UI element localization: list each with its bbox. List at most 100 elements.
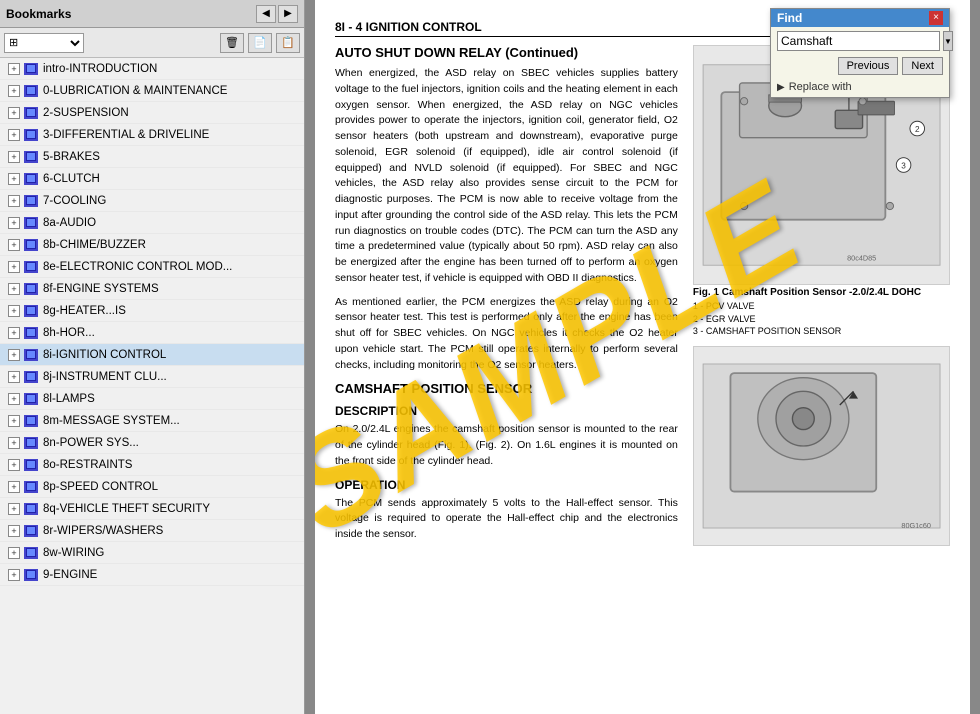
sidebar-item-8w[interactable]: +8w-WIRING: [0, 542, 304, 564]
toolbar-copy-btn[interactable]: 📋: [276, 33, 300, 53]
diagram-1-caption: Fig. 1 Camshaft Position Sensor -2.0/2.4…: [693, 287, 950, 338]
book-icon-3: [24, 129, 38, 141]
replace-expand-icon[interactable]: ▶: [777, 82, 785, 93]
diagram-1-label-1: 1 - PCV VALVE: [693, 300, 950, 313]
book-icon-8l: [24, 393, 38, 405]
sidebar-item-8r[interactable]: +8r-WIPERS/WASHERS: [0, 520, 304, 542]
book-icon-8n: [24, 437, 38, 449]
find-close-btn[interactable]: ×: [929, 11, 943, 25]
find-text-input[interactable]: [777, 31, 940, 51]
book-icon-8m: [24, 415, 38, 427]
doc-right-column: 2 3 80c4D85: [693, 45, 950, 679]
sidebar-item-6[interactable]: +6-CLUTCH: [0, 168, 304, 190]
bookmark-label-2: 2-SUSPENSION: [43, 107, 129, 119]
sidebar-item-3[interactable]: +3-DIFFERENTIAL & DRIVELINE: [0, 124, 304, 146]
sidebar-item-8a[interactable]: +8a-AUDIO: [0, 212, 304, 234]
expand-icon-8e[interactable]: +: [8, 261, 20, 273]
description-text: On 2.0/2.4L engines the camshaft positio…: [335, 422, 678, 469]
sidebar-item-7[interactable]: +7-COOLING: [0, 190, 304, 212]
toolbar-delete-btn[interactable]: 🗑: [220, 33, 244, 53]
expand-icon-8p[interactable]: +: [8, 481, 20, 493]
sidebar-next-btn[interactable]: ▶: [278, 5, 298, 23]
bookmark-label-8m: 8m-MESSAGE SYSTEM...: [43, 415, 180, 427]
expand-icon-8g[interactable]: +: [8, 305, 20, 317]
sidebar-item-5[interactable]: +5-BRAKES: [0, 146, 304, 168]
camshaft-heading: CAMSHAFT POSITION SENSOR: [335, 381, 678, 396]
find-previous-btn[interactable]: Previous: [838, 57, 899, 75]
sidebar-item-8o[interactable]: +8o-RESTRAINTS: [0, 454, 304, 476]
find-title: Find: [777, 11, 802, 25]
expand-icon-8f[interactable]: +: [8, 283, 20, 295]
book-icon-7: [24, 195, 38, 207]
sidebar-prev-btn[interactable]: ◀: [256, 5, 276, 23]
expand-icon-8o[interactable]: +: [8, 459, 20, 471]
toolbar-view-dropdown[interactable]: ⊞: [4, 33, 84, 53]
book-icon-8i: [24, 349, 38, 361]
sidebar-item-8q[interactable]: +8q-VEHICLE THEFT SECURITY: [0, 498, 304, 520]
sidebar-item-8g[interactable]: +8g-HEATER...IS: [0, 300, 304, 322]
sidebar-item-8j[interactable]: +8j-INSTRUMENT CLU...: [0, 366, 304, 388]
find-next-btn[interactable]: Next: [902, 57, 943, 75]
diagram-1-caption-title: Fig. 1 Camshaft Position Sensor -2.0/2.4…: [693, 287, 950, 298]
bookmark-label-8e: 8e-ELECTRONIC CONTROL MOD...: [43, 261, 232, 273]
expand-icon-0[interactable]: +: [8, 85, 20, 97]
sidebar-item-0[interactable]: +0-LUBRICATION & MAINTENANCE: [0, 80, 304, 102]
sidebar-item-8m[interactable]: +8m-MESSAGE SYSTEM...: [0, 410, 304, 432]
book-icon-8e: [24, 261, 38, 273]
expand-icon-6[interactable]: +: [8, 173, 20, 185]
sidebar-item-8l[interactable]: +8l-LAMPS: [0, 388, 304, 410]
expand-icon-2[interactable]: +: [8, 107, 20, 119]
book-icon-8w: [24, 547, 38, 559]
find-input-row: ▼: [771, 27, 949, 55]
book-icon-9: [24, 569, 38, 581]
expand-icon-3[interactable]: +: [8, 129, 20, 141]
book-icon-2: [24, 107, 38, 119]
book-icon-8j: [24, 371, 38, 383]
diagram-2-container: 80G1c60: [693, 346, 950, 546]
bookmark-label-7: 7-COOLING: [43, 195, 106, 207]
sidebar-item-intro[interactable]: +intro-INTRODUCTION: [0, 58, 304, 80]
sidebar: Bookmarks ◀ ▶ ⊞ 🗑 📄 📋 +intro-INTRODUCTIO…: [0, 0, 305, 714]
book-icon-8r: [24, 525, 38, 537]
expand-icon-8h[interactable]: +: [8, 327, 20, 339]
page-content: 8I - 4 IGNITION CONTROL PT AUTO SHUT DOW…: [315, 0, 970, 714]
sidebar-item-8b[interactable]: +8b-CHIME/BUZZER: [0, 234, 304, 256]
diagram-2: 80G1c60: [693, 346, 950, 546]
expand-icon-8i[interactable]: +: [8, 349, 20, 361]
toolbar-new-btn[interactable]: 📄: [248, 33, 272, 53]
sidebar-item-9[interactable]: +9-ENGINE: [0, 564, 304, 586]
sidebar-item-2[interactable]: +2-SUSPENSION: [0, 102, 304, 124]
expand-icon-8a[interactable]: +: [8, 217, 20, 229]
bookmark-label-9: 9-ENGINE: [43, 569, 97, 581]
expand-icon-8m[interactable]: +: [8, 415, 20, 427]
expand-icon-7[interactable]: +: [8, 195, 20, 207]
expand-icon-8l[interactable]: +: [8, 393, 20, 405]
find-options-btn[interactable]: ▼: [943, 31, 953, 51]
expand-icon-8q[interactable]: +: [8, 503, 20, 515]
sidebar-content[interactable]: +intro-INTRODUCTION+0-LUBRICATION & MAIN…: [0, 58, 304, 714]
expand-icon-8w[interactable]: +: [8, 547, 20, 559]
expand-icon-intro[interactable]: +: [8, 63, 20, 75]
sidebar-item-8f[interactable]: +8f-ENGINE SYSTEMS: [0, 278, 304, 300]
sidebar-item-8e[interactable]: +8e-ELECTRONIC CONTROL MOD...: [0, 256, 304, 278]
expand-icon-8j[interactable]: +: [8, 371, 20, 383]
diagram-1-labels: 1 - PCV VALVE 2 - EGR VALVE 3 - CAMSHAFT…: [693, 300, 950, 338]
expand-icon-8n[interactable]: +: [8, 437, 20, 449]
sidebar-item-8i[interactable]: +8i-IGNITION CONTROL: [0, 344, 304, 366]
bookmark-label-8l: 8l-LAMPS: [43, 393, 95, 405]
book-icon-0: [24, 85, 38, 97]
book-icon-8b: [24, 239, 38, 251]
sidebar-item-8n[interactable]: +8n-POWER SYS...: [0, 432, 304, 454]
book-icon-intro: [24, 63, 38, 75]
bookmark-label-8f: 8f-ENGINE SYSTEMS: [43, 283, 159, 295]
doc-columns: AUTO SHUT DOWN RELAY (Continued) When en…: [335, 45, 950, 679]
bookmark-label-8a: 8a-AUDIO: [43, 217, 96, 229]
sidebar-item-8h[interactable]: +8h-HOR...: [0, 322, 304, 344]
expand-icon-8r[interactable]: +: [8, 525, 20, 537]
sidebar-item-8p[interactable]: +8p-SPEED CONTROL: [0, 476, 304, 498]
book-icon-6: [24, 173, 38, 185]
expand-icon-8b[interactable]: +: [8, 239, 20, 251]
expand-icon-5[interactable]: +: [8, 151, 20, 163]
expand-icon-9[interactable]: +: [8, 569, 20, 581]
bookmark-label-8h: 8h-HOR...: [43, 327, 95, 339]
